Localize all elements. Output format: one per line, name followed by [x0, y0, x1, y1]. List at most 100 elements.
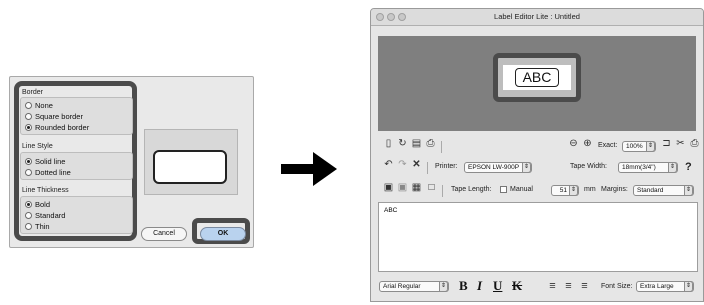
line-style-group-label: Line Style — [22, 143, 53, 150]
border-group-label: Border — [22, 89, 44, 96]
save-document-icon[interactable]: ▤ — [411, 138, 422, 149]
radio-square-border[interactable]: Square border — [25, 112, 83, 121]
tape-length-input[interactable]: 51 ⇕ — [551, 185, 579, 196]
insert-symbol-icon[interactable]: ▣ — [397, 182, 408, 193]
toolbar-divider — [427, 162, 428, 174]
radio-bold[interactable]: Bold — [25, 200, 50, 209]
align-center-icon[interactable]: ≡ — [563, 281, 574, 292]
label-type-icon[interactable]: ⊐ — [661, 138, 672, 149]
window-title: Label Editor Lite : Untitled — [494, 12, 580, 21]
insert-image-icon[interactable]: ▣ — [383, 182, 394, 193]
align-right-icon[interactable]: ≡ — [579, 281, 590, 292]
label-preview-area: ABC — [378, 36, 696, 131]
font-size-label: Font Size: — [601, 283, 633, 290]
text-editor[interactable]: ABC — [378, 202, 698, 272]
label-tape: ABC — [503, 65, 571, 90]
title-bar: Label Editor Lite : Untitled — [371, 9, 703, 26]
margins-label: Margins: — [601, 186, 628, 193]
radio-square-border-label: Square border — [35, 112, 83, 121]
align-left-icon[interactable]: ≡ — [547, 281, 558, 292]
radio-solid-line-button[interactable] — [25, 158, 32, 165]
print-preview-icon[interactable]: ⎙ — [425, 138, 436, 149]
label-preview-text: ABC — [515, 68, 559, 87]
radio-bold-button[interactable] — [25, 201, 32, 208]
font-toolbar: Arial Regular ⇕ B I U K ≡ ≡ ≡ Font Size:… — [371, 277, 703, 297]
stepper-arrows-icon: ⇕ — [646, 141, 655, 152]
tape-length-value: 51 — [559, 187, 567, 194]
radio-rounded-border-button[interactable] — [25, 124, 32, 131]
open-document-icon[interactable]: ↻ — [397, 138, 408, 149]
stepper-arrows-icon: ⇕ — [439, 281, 448, 292]
redo-icon[interactable]: ↷ — [397, 159, 408, 170]
zoom-in-icon[interactable]: ⊕ — [582, 138, 593, 149]
stepper-arrows-icon: ⇕ — [684, 185, 693, 196]
insert-barcode-icon[interactable]: ▦ — [411, 182, 422, 193]
toolbar-layout: ▣ ▣ ▦ □ Tape Length: Manual 51 ⇕ mm Marg… — [371, 182, 703, 200]
stepper-arrows-icon: ⇕ — [668, 162, 677, 173]
printer-label: Printer: — [435, 163, 458, 170]
tape-width-select-value: 18mm(3/4") — [622, 164, 656, 171]
zoom-out-icon[interactable]: ⊖ — [568, 138, 579, 149]
radio-dotted-line-label: Dotted line — [35, 168, 71, 177]
print-icon[interactable]: ⎙ — [689, 138, 700, 149]
radio-solid-line-label: Solid line — [35, 157, 66, 166]
line-thickness-group: Bold Standard Thin — [20, 196, 133, 234]
radio-dotted-line[interactable]: Dotted line — [25, 168, 71, 177]
strikethrough-button[interactable]: K — [512, 279, 522, 293]
radio-standard-button[interactable] — [25, 212, 32, 219]
zoom-select[interactable]: 100% ⇕ — [622, 141, 656, 152]
radio-square-border-button[interactable] — [25, 113, 32, 120]
editor-text[interactable]: ABC — [384, 207, 397, 214]
radio-thin-label: Thin — [35, 222, 50, 231]
stepper-arrows-icon[interactable]: ⇕ — [569, 185, 578, 196]
arrow-head-icon — [313, 152, 337, 186]
radio-standard[interactable]: Standard — [25, 211, 65, 220]
manual-checkbox[interactable] — [500, 186, 507, 193]
border-frame-icon[interactable]: □ — [426, 182, 437, 193]
margins-select-value: Standard — [637, 187, 664, 194]
radio-rounded-border[interactable]: Rounded border — [25, 123, 89, 132]
radio-thin-button[interactable] — [25, 223, 32, 230]
font-family-value: Arial Regular — [383, 283, 421, 290]
line-thickness-group-label: Line Thickness — [22, 187, 69, 194]
delete-icon[interactable]: ✕ — [411, 159, 422, 170]
tape-width-label: Tape Width: — [570, 163, 607, 170]
undo-icon[interactable]: ↶ — [383, 159, 394, 170]
radio-dotted-line-button[interactable] — [25, 169, 32, 176]
toolbar-divider — [442, 185, 443, 197]
underline-button[interactable]: U — [493, 279, 502, 293]
cancel-button[interactable]: Cancel — [141, 227, 187, 241]
italic-button[interactable]: I — [477, 279, 482, 293]
radio-bold-label: Bold — [35, 200, 51, 209]
tape-length-label: Tape Length: — [451, 186, 492, 193]
border-preview-panel — [144, 129, 238, 195]
printer-select[interactable]: EPSON LW-900P ⇕ — [464, 162, 532, 173]
bold-button[interactable]: B — [459, 279, 468, 293]
tape-length-unit: mm — [584, 186, 596, 193]
tape-width-select[interactable]: 18mm(3/4") ⇕ — [618, 162, 678, 173]
toolbar-printer: ↶ ↷ ✕ Printer: EPSON LW-900P ⇕ Tape Widt… — [371, 159, 703, 177]
radio-none[interactable]: None — [25, 101, 53, 110]
border-group: None Square border Rounded border — [20, 97, 133, 135]
label-highlight-frame: ABC — [493, 53, 581, 102]
border-preview-sample — [153, 150, 227, 184]
font-size-select[interactable]: Extra Large ⇕ — [636, 281, 694, 292]
manual-label: Manual — [510, 186, 533, 193]
border-settings-dialog: Border None Square border Rounded border… — [9, 76, 254, 248]
radio-solid-line[interactable]: Solid line — [25, 157, 65, 166]
toolbar-divider — [441, 141, 442, 153]
radio-thin[interactable]: Thin — [25, 222, 50, 231]
margins-select[interactable]: Standard ⇕ — [633, 185, 694, 196]
font-size-value: Extra Large — [640, 283, 674, 290]
new-document-icon[interactable]: ▯ — [383, 138, 394, 149]
toolbar-view: ▯ ↻ ▤ ⎙ ⊖ ⊕ Exact: 100% ⇕ ⊐ ✂ ⎙ — [371, 138, 703, 156]
radio-standard-label: Standard — [35, 211, 66, 220]
cut-icon[interactable]: ✂ — [675, 138, 686, 149]
radio-none-button[interactable] — [25, 102, 32, 109]
ok-button[interactable]: OK — [200, 227, 246, 241]
help-icon[interactable]: ? — [685, 161, 692, 173]
radio-rounded-border-label: Rounded border — [35, 123, 90, 132]
printer-select-value: EPSON LW-900P — [468, 164, 520, 171]
radio-none-label: None — [35, 101, 53, 110]
font-family-select[interactable]: Arial Regular ⇕ — [379, 281, 449, 292]
